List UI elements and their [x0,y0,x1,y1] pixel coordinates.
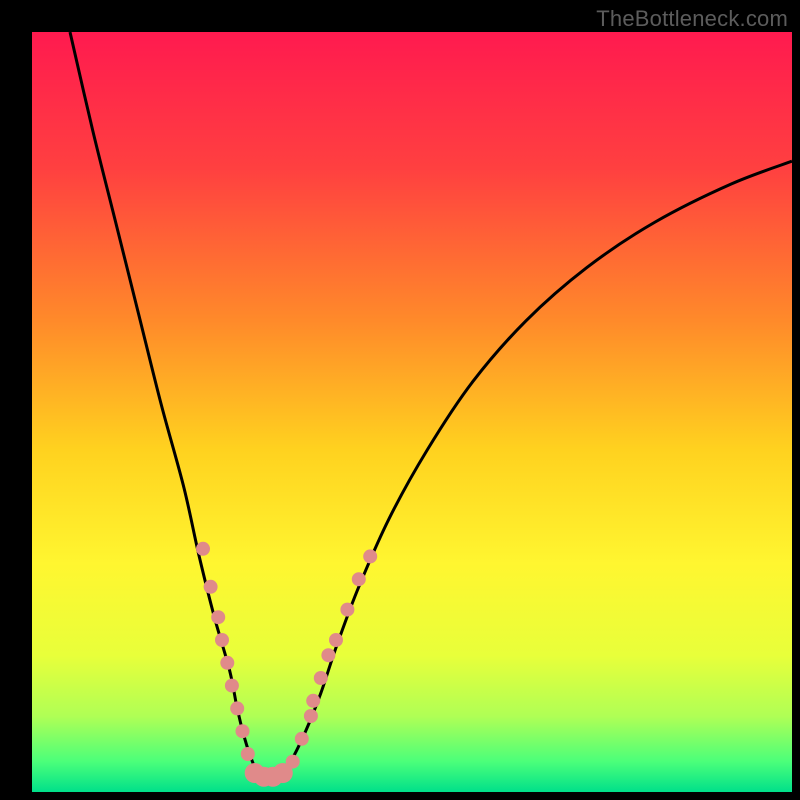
marker-dot [230,701,244,715]
marker-dot [306,694,320,708]
marker-dot [321,648,335,662]
watermark-text: TheBottleneck.com [596,6,788,32]
chart-frame: TheBottleneck.com [0,0,800,800]
marker-dot [225,679,239,693]
curve-layer [32,32,792,792]
marker-dot [295,732,309,746]
marker-dot [304,709,318,723]
marker-dot [286,755,300,769]
marker-dots [196,542,377,787]
marker-dot [236,724,250,738]
marker-dot [204,580,218,594]
marker-dot [196,542,210,556]
marker-dot [241,747,255,761]
marker-dot [352,572,366,586]
marker-dot [314,671,328,685]
marker-dot [363,549,377,563]
bottleneck-curve [70,32,792,779]
marker-dot [220,656,234,670]
marker-dot [329,633,343,647]
plot-area [32,32,792,792]
marker-dot [215,633,229,647]
marker-dot [340,603,354,617]
marker-dot [211,610,225,624]
